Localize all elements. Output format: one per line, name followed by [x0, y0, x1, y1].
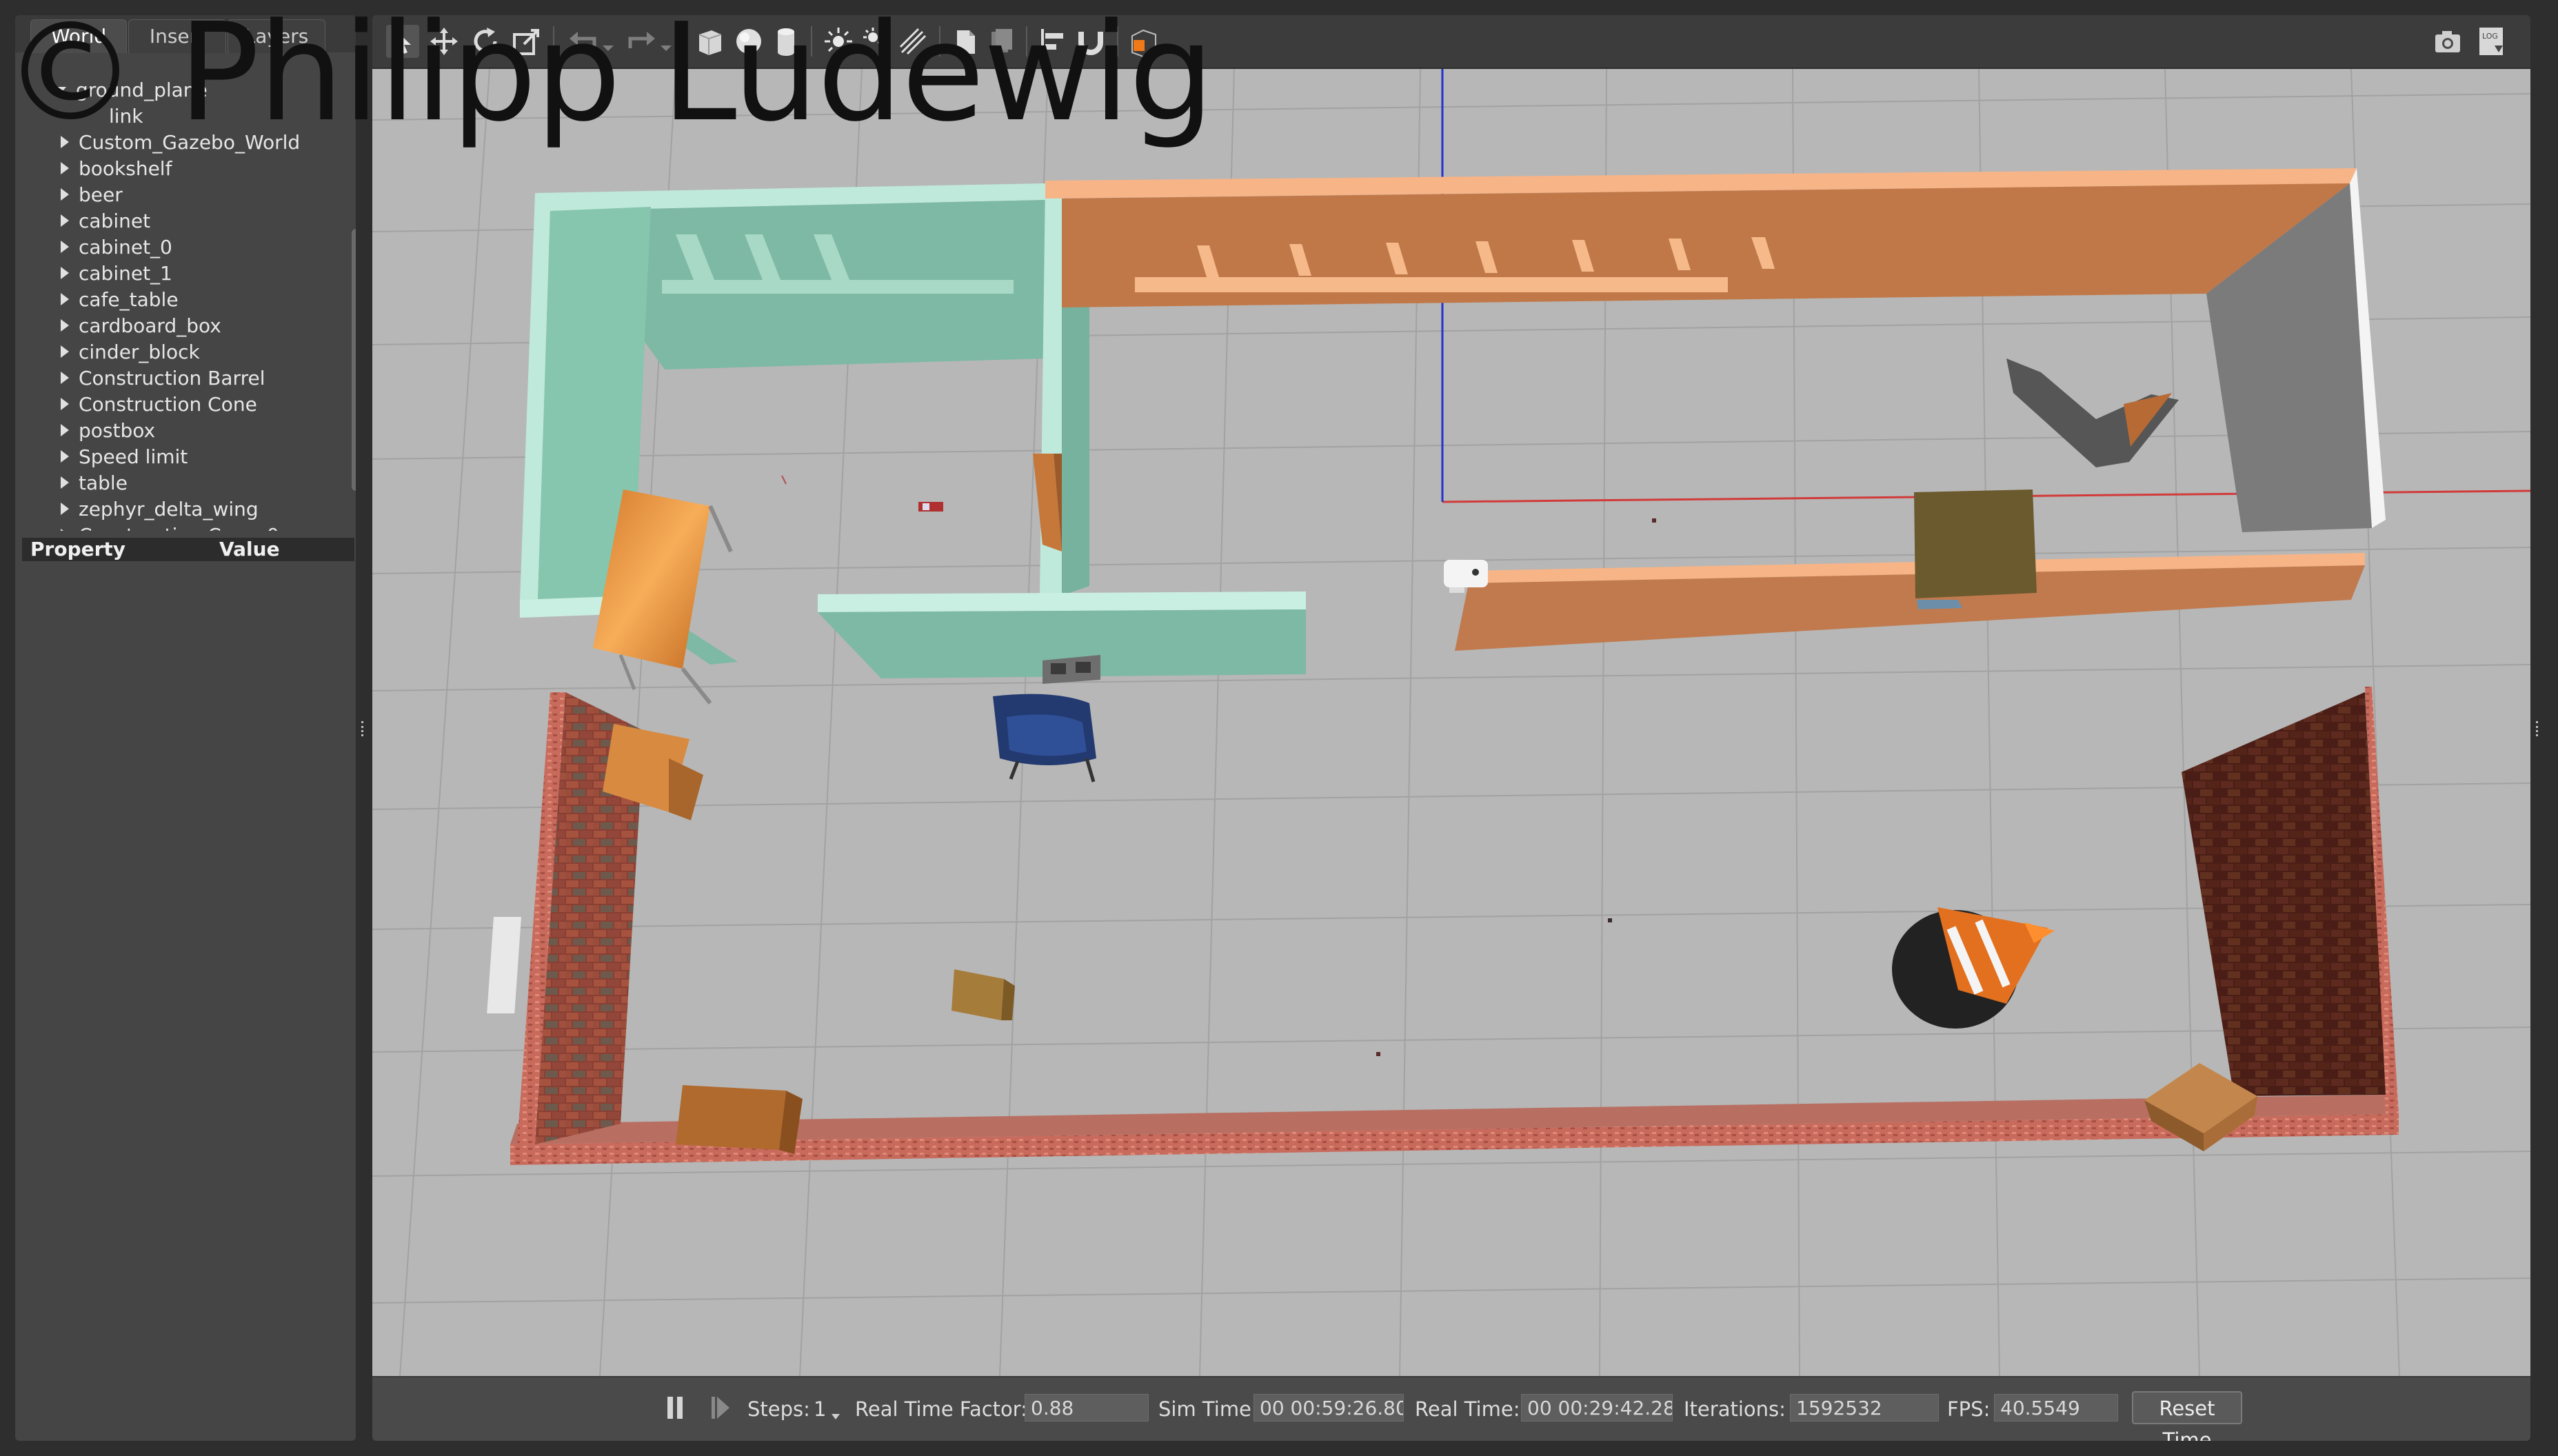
marker-dot: [1608, 918, 1612, 922]
real-time-label: Real Time:: [1415, 1397, 1520, 1421]
marker-dot: [1652, 518, 1656, 523]
step-forward-icon[interactable]: [709, 1395, 732, 1420]
tree-item[interactable]: cabinet_1: [61, 261, 172, 287]
svg-text:LOG: LOG: [2482, 32, 2498, 41]
expand-arrow-icon[interactable]: [61, 293, 69, 305]
expand-arrow-icon[interactable]: [61, 214, 69, 227]
left-splitter-handle[interactable]: [361, 721, 367, 736]
expand-arrow-icon[interactable]: [61, 345, 69, 358]
expand-arrow-icon[interactable]: [61, 319, 69, 332]
fps-label: FPS:: [1947, 1397, 1991, 1421]
bookshelf-object: [1033, 454, 1062, 552]
beer-object: [918, 502, 943, 512]
expand-arrow-icon[interactable]: [61, 450, 69, 463]
tree-item[interactable]: beer: [61, 182, 123, 208]
real-time-factor-field: 0.88: [1025, 1394, 1149, 1422]
property-column-header: Property: [30, 538, 126, 560]
sim-time-label: Sim Time:: [1158, 1397, 1258, 1421]
cardboard-box-object-3: [676, 1085, 803, 1154]
iterations-field: 1592532: [1790, 1394, 1939, 1422]
tree-item[interactable]: cardboard_box: [61, 313, 221, 339]
property-header: Property Value: [22, 538, 354, 561]
3d-scene-view[interactable]: [372, 68, 2530, 1377]
tree-item[interactable]: postbox: [61, 418, 155, 444]
fps-field: 40.5549: [1994, 1394, 2118, 1422]
sim-time-field: 00 00:59:26.805: [1253, 1394, 1404, 1422]
tree-scrollbar[interactable]: [352, 229, 356, 491]
steps-label: Steps:: [747, 1397, 810, 1421]
tree-item[interactable]: zephyr_delta_wing: [61, 496, 259, 523]
postbox-object: [2006, 358, 2179, 467]
tree-item[interactable]: bookshelf: [61, 156, 172, 182]
left-panel: World Insert Layers ground_plane link Cu…: [15, 15, 356, 1441]
tree-item-partial[interactable]: Construction Cone_0: [61, 523, 279, 531]
cafe-table-object: [1914, 489, 2037, 609]
copyright-watermark: © Philipp Ludewig: [3, 0, 1214, 152]
orange-room-walls: [1045, 168, 2386, 651]
iterations-label: Iterations:: [1684, 1397, 1786, 1421]
reset-time-button[interactable]: Reset Time: [2132, 1391, 2242, 1441]
status-bar: Steps: 1 Real Time Factor: 0.88 Sim Time…: [372, 1376, 2530, 1441]
expand-arrow-icon[interactable]: [61, 398, 69, 410]
expand-arrow-icon[interactable]: [61, 529, 69, 531]
value-column-header: Value: [219, 538, 280, 560]
steps-dropdown-icon[interactable]: [830, 1410, 841, 1419]
tree-item[interactable]: Construction Barrel: [61, 365, 265, 392]
construction-cone-object: [1892, 907, 2055, 1029]
tree-item[interactable]: Construction Cone: [61, 392, 257, 418]
cardboard-box-object-2: [951, 969, 1015, 1020]
expand-arrow-icon[interactable]: [61, 503, 69, 515]
pause-icon[interactable]: [665, 1395, 685, 1420]
real-time-factor-label: Real Time Factor:: [855, 1397, 1027, 1421]
screenshot-camera-icon[interactable]: [2431, 25, 2464, 58]
tree-item[interactable]: cinder_block: [61, 339, 200, 365]
viewport: LOG Steps: 1 Real Time Factor: 0.88 Sim …: [372, 15, 2530, 1441]
tree-item[interactable]: cabinet_0: [61, 234, 172, 261]
steps-value[interactable]: 1: [814, 1397, 826, 1422]
expand-arrow-icon[interactable]: [61, 267, 69, 279]
expand-arrow-icon[interactable]: [61, 188, 69, 201]
tree-item[interactable]: cafe_table: [61, 287, 179, 313]
expand-arrow-icon[interactable]: [61, 162, 69, 174]
expand-arrow-icon[interactable]: [61, 424, 69, 436]
real-time-field: 00 00:29:42.289: [1521, 1394, 1673, 1422]
right-splitter-handle[interactable]: [2536, 721, 2542, 736]
expand-arrow-icon[interactable]: [61, 372, 69, 384]
marker-line: [781, 475, 787, 485]
tree-item[interactable]: cabinet: [61, 208, 150, 234]
armchair-object: [993, 694, 1096, 782]
tree-item[interactable]: table: [61, 470, 128, 496]
expand-arrow-icon[interactable]: [61, 476, 69, 489]
tree-item[interactable]: Speed limit: [61, 444, 188, 470]
expand-arrow-icon[interactable]: [61, 241, 69, 253]
log-icon[interactable]: LOG: [2475, 25, 2508, 58]
marker-dot: [1376, 1052, 1380, 1056]
